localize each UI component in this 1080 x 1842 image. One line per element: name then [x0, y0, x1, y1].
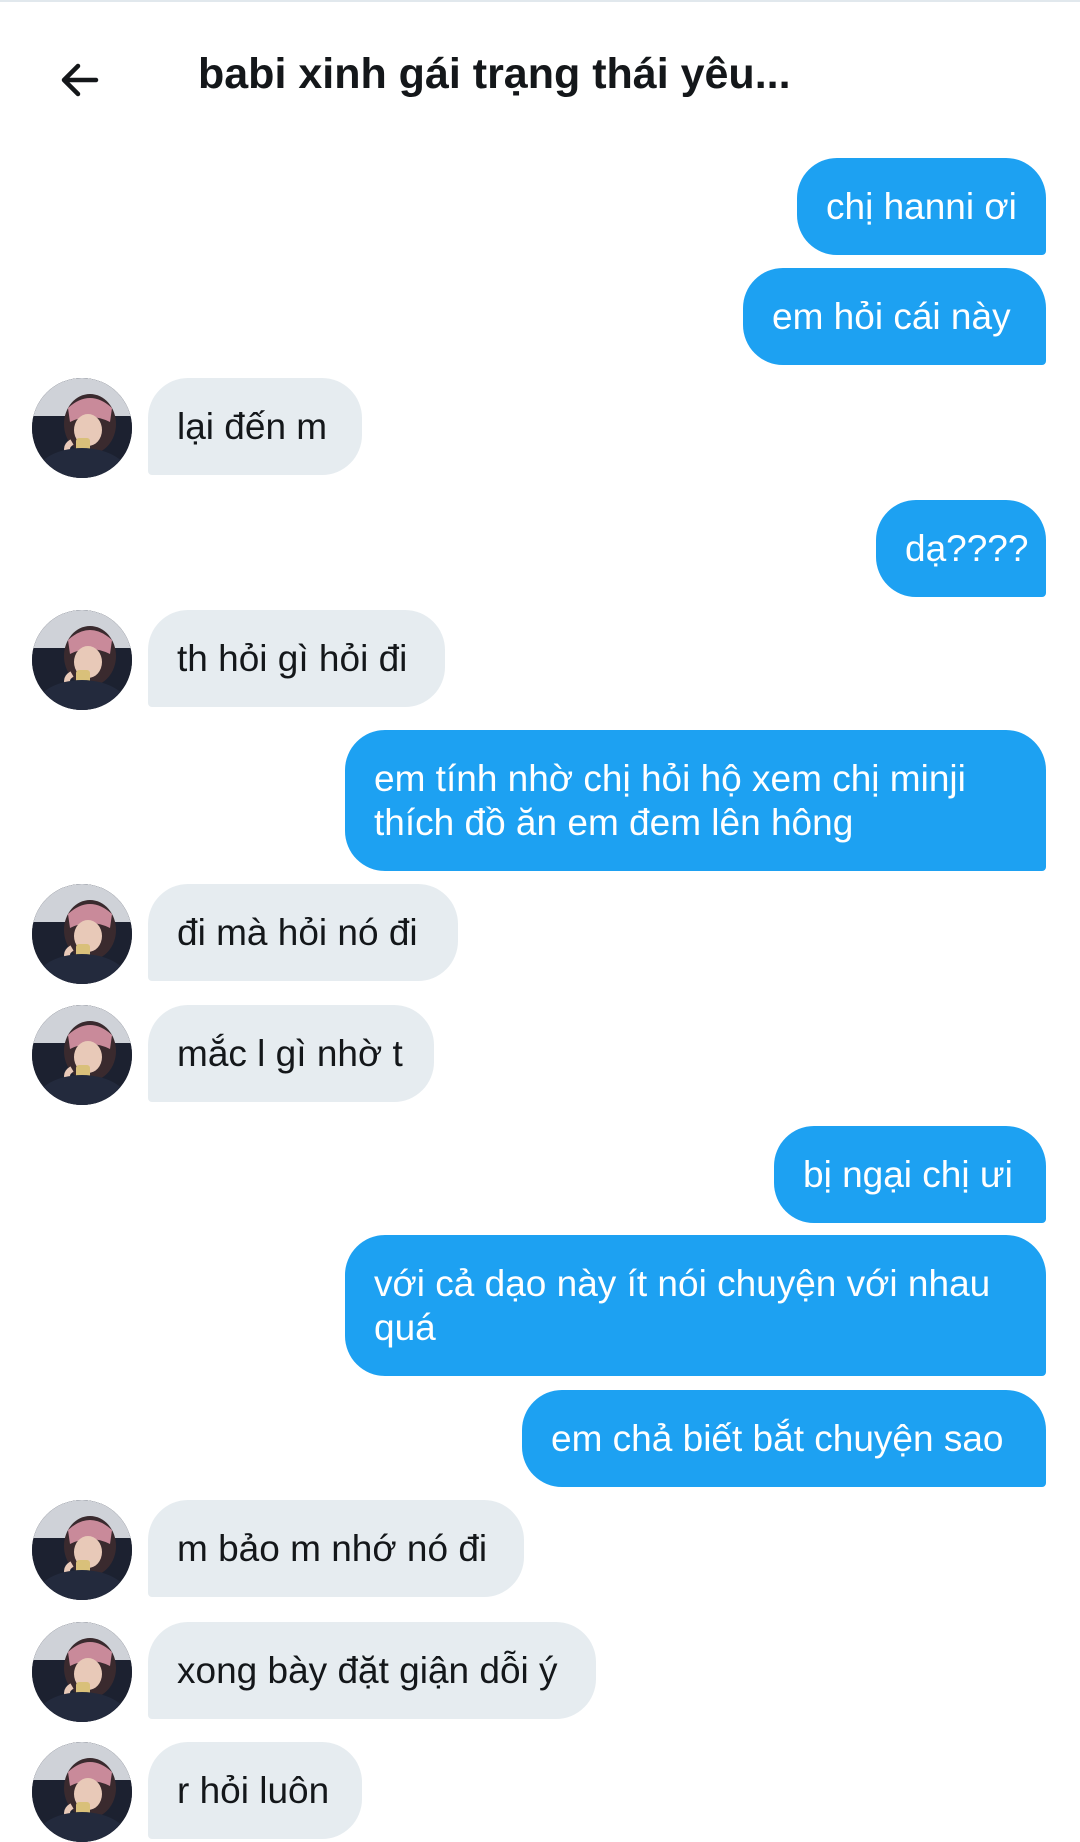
message-text: chị hanni ơi	[826, 185, 1017, 227]
message-list: chị hanni ơi em hỏi cái này lại đến m dạ…	[0, 0, 1080, 1842]
message-text: lại đến m	[177, 405, 328, 447]
contact-avatar[interactable]	[32, 1500, 132, 1600]
contact-avatar[interactable]	[32, 1005, 132, 1105]
message-bubble-sent[interactable]: bị ngại chị ưi	[774, 1126, 1046, 1223]
contact-avatar[interactable]	[32, 1742, 132, 1842]
message-bubble-received[interactable]: lại đến m	[148, 378, 362, 475]
message-bubble-sent[interactable]: chị hanni ơi	[797, 158, 1046, 255]
message-text: đi mà hỏi nó đi	[177, 911, 418, 953]
message-text: mắc l gì nhờ t	[177, 1032, 403, 1074]
message-text: em chả biết bắt chuyện sao	[551, 1417, 1004, 1459]
message-bubble-received[interactable]: th hỏi gì hỏi đi	[148, 610, 445, 707]
contact-avatar[interactable]	[32, 378, 132, 478]
message-text: bị ngại chị ưi	[803, 1153, 1013, 1195]
message-bubble-sent[interactable]: em hỏi cái này	[743, 268, 1046, 365]
contact-avatar[interactable]	[32, 610, 132, 710]
message-text: xong bày đặt giận dỗi ý	[177, 1649, 558, 1691]
message-bubble-received[interactable]: m bảo m nhớ nó đi	[148, 1500, 524, 1597]
message-text: r hỏi luôn	[177, 1769, 330, 1811]
message-bubble-received[interactable]: r hỏi luôn	[148, 1742, 362, 1839]
message-bubble-sent[interactable]: với cả dạo này ít nói chuyện với nhau qu…	[345, 1235, 1046, 1376]
message-bubble-sent[interactable]: dạ????	[876, 500, 1046, 597]
message-text: th hỏi gì hỏi đi	[177, 637, 408, 679]
message-bubble-received[interactable]: mắc l gì nhờ t	[148, 1005, 434, 1102]
message-text: em tính nhờ chị hỏi hộ xem chị minji thí…	[374, 757, 966, 843]
message-text: dạ????	[905, 527, 1029, 569]
message-text: với cả dạo này ít nói chuyện với nhau qu…	[374, 1262, 991, 1348]
contact-avatar[interactable]	[32, 1622, 132, 1722]
message-bubble-sent[interactable]: em tính nhờ chị hỏi hộ xem chị minji thí…	[345, 730, 1046, 871]
message-bubble-received[interactable]: đi mà hỏi nó đi	[148, 884, 458, 981]
message-text: em hỏi cái này	[772, 295, 1011, 337]
contact-avatar[interactable]	[32, 884, 132, 984]
message-bubble-received[interactable]: xong bày đặt giận dỗi ý	[148, 1622, 596, 1719]
message-bubble-sent[interactable]: em chả biết bắt chuyện sao	[522, 1390, 1046, 1487]
message-text: m bảo m nhớ nó đi	[177, 1527, 488, 1569]
